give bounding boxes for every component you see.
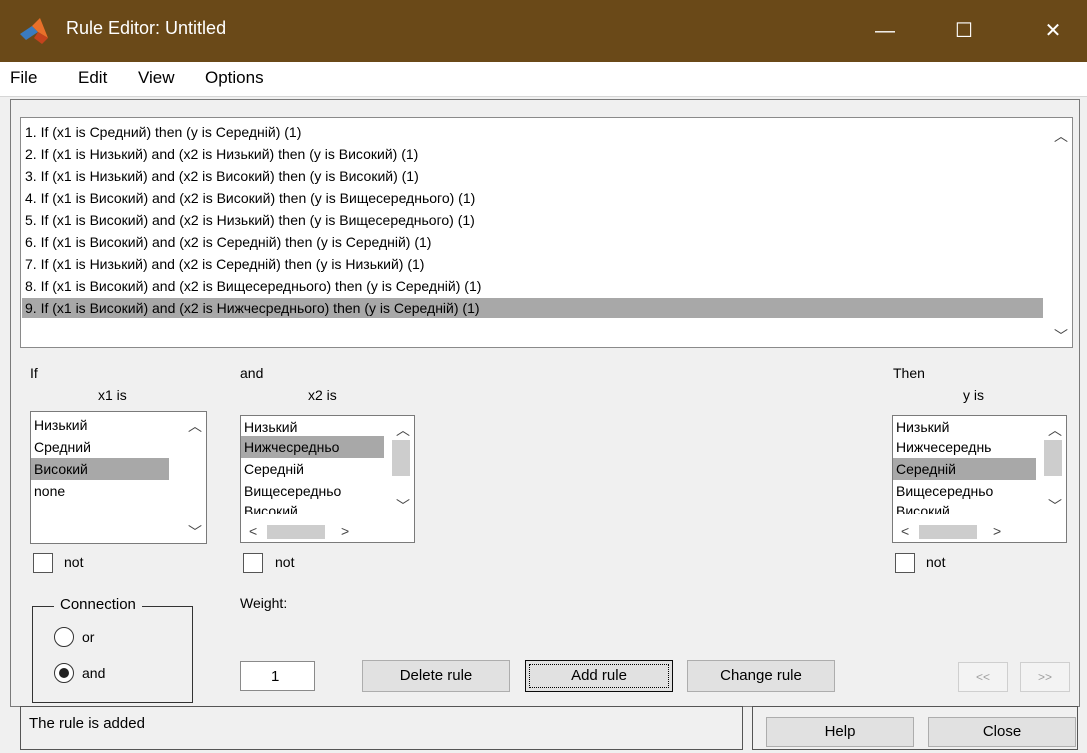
x1-membership-list[interactable]: Низький Средний Високий none ︿ ﹀ <box>30 411 207 544</box>
list-item[interactable]: Низький <box>241 416 384 438</box>
list-item[interactable]: Низький <box>31 414 169 436</box>
list-item[interactable]: Вищесередньо <box>893 480 1036 502</box>
rule-item[interactable]: 8. If (x1 is Високий) and (x2 is Вищесер… <box>25 276 481 296</box>
y-not-checkbox[interactable] <box>895 553 915 573</box>
connection-title: Connection <box>54 596 142 613</box>
minimize-button[interactable]: — <box>862 12 908 50</box>
rule-item[interactable]: 4. If (x1 is Високий) and (x2 is Високий… <box>25 188 475 208</box>
then-label: Then <box>893 365 925 381</box>
rule-item[interactable]: 5. If (x1 is Високий) and (x2 is Низький… <box>25 210 475 230</box>
rule-item[interactable]: 6. If (x1 is Високий) and (x2 is Середні… <box>25 232 431 252</box>
scroll-down-icon[interactable]: ﹀ <box>396 496 410 516</box>
scroll-up-icon[interactable]: ︿ <box>1054 126 1068 146</box>
delete-rule-button[interactable]: Delete rule <box>362 660 510 692</box>
or-radio[interactable] <box>54 627 74 647</box>
maximize-button[interactable]: ☐ <box>941 12 987 50</box>
menu-view[interactable]: View <box>138 68 175 88</box>
list-item[interactable]: Низький <box>893 416 1036 438</box>
menu-file[interactable]: File <box>10 68 37 88</box>
y-list-hscrollbar[interactable]: < > <box>893 522 1039 542</box>
x1-not-label: not <box>64 554 84 570</box>
y-membership-list[interactable]: Низький Нижчесереднь Середній Вищесередн… <box>892 415 1067 543</box>
list-item[interactable]: none <box>31 480 169 502</box>
list-item[interactable]: Високий <box>893 500 1036 514</box>
next-rule-button[interactable]: >> <box>1020 662 1070 692</box>
x2-list-hscrollbar[interactable]: < > <box>241 522 387 542</box>
matlab-logo-icon <box>20 18 48 44</box>
scroll-right-icon[interactable]: > <box>993 523 1001 539</box>
x2-label: x2 is <box>308 387 337 403</box>
radio-selected-dot <box>59 668 69 678</box>
rule-item[interactable]: 3. If (x1 is Низький) and (x2 is Високий… <box>25 166 419 186</box>
rule-item-selected[interactable]: 9. If (x1 is Високий) and (x2 is Нижчеср… <box>22 298 1043 318</box>
weight-value: 1 <box>271 668 280 685</box>
or-label: or <box>82 629 95 645</box>
list-item[interactable]: Вищесередньо <box>241 480 384 502</box>
rules-list[interactable]: 1. If (x1 is Средний) then (y is Середні… <box>20 117 1073 348</box>
add-rule-button[interactable]: Add rule <box>525 660 673 692</box>
weight-input[interactable]: 1 <box>240 661 315 691</box>
scroll-thumb[interactable] <box>267 525 325 539</box>
scroll-left-icon[interactable]: < <box>901 523 909 539</box>
x2-list-scrollbar[interactable]: ︿ ﹀ <box>388 416 414 522</box>
title-bar: Rule Editor: Untitled — ☐ ✕ <box>0 0 1087 62</box>
prev-rule-button[interactable]: << <box>958 662 1008 692</box>
list-item[interactable]: Середній <box>241 458 384 480</box>
client-area: 1. If (x1 is Средний) then (y is Середні… <box>0 97 1087 753</box>
rule-item[interactable]: 7. If (x1 is Низький) and (x2 is Середні… <box>25 254 424 274</box>
change-rule-button[interactable]: Change rule <box>687 660 835 692</box>
y-label: y is <box>963 387 984 403</box>
x1-label: x1 is <box>98 387 127 403</box>
close-button[interactable]: Close <box>928 717 1076 747</box>
scroll-up-icon[interactable]: ︿ <box>1048 420 1062 440</box>
menu-edit[interactable]: Edit <box>78 68 107 88</box>
weight-label: Weight: <box>240 595 288 611</box>
and-radio[interactable] <box>54 663 74 683</box>
scroll-thumb[interactable] <box>1044 440 1062 476</box>
scroll-left-icon[interactable]: < <box>249 523 257 539</box>
and-label: and <box>240 365 264 381</box>
and-radio-label: and <box>82 665 106 681</box>
scroll-thumb[interactable] <box>392 440 410 476</box>
y-list-scrollbar[interactable]: ︿ ﹀ <box>1040 416 1066 522</box>
x1-not-checkbox[interactable] <box>33 553 53 573</box>
rule-item[interactable]: 1. If (x1 is Средний) then (y is Середні… <box>25 122 301 142</box>
scroll-right-icon[interactable]: > <box>341 523 349 539</box>
x2-membership-list[interactable]: Низький Нижчесредньо Середній Вищесередн… <box>240 415 415 543</box>
list-item-selected[interactable]: Високий <box>31 458 169 480</box>
scroll-down-icon[interactable]: ﹀ <box>188 522 202 542</box>
scroll-thumb[interactable] <box>919 525 977 539</box>
list-item[interactable]: Високий <box>241 500 384 514</box>
status-bar: The rule is added <box>20 706 743 750</box>
window-title: Rule Editor: Untitled <box>66 18 227 38</box>
list-item[interactable]: Средний <box>31 436 169 458</box>
scroll-up-icon[interactable]: ︿ <box>188 416 202 436</box>
add-rule-label: Add rule <box>571 667 627 684</box>
rules-scrollbar[interactable]: ︿ ﹀ <box>1046 118 1072 347</box>
status-text: The rule is added <box>29 715 145 732</box>
close-window-button[interactable]: ✕ <box>1030 12 1076 50</box>
scroll-down-icon[interactable]: ﹀ <box>1054 326 1068 346</box>
connection-groupbox <box>32 606 193 703</box>
list-item-selected[interactable]: Нижчесредньо <box>241 436 384 458</box>
help-button[interactable]: Help <box>766 717 914 747</box>
x1-list-scrollbar[interactable]: ︿ ﹀ <box>180 412 206 543</box>
scroll-down-icon[interactable]: ﹀ <box>1048 496 1062 516</box>
list-item[interactable]: Нижчесереднь <box>893 436 1036 458</box>
menu-options[interactable]: Options <box>205 68 264 88</box>
x2-not-label: not <box>275 554 295 570</box>
rule-item[interactable]: 2. If (x1 is Низький) and (x2 is Низький… <box>25 144 418 164</box>
x2-not-checkbox[interactable] <box>243 553 263 573</box>
menu-bar: File Edit View Options <box>0 62 1087 97</box>
scroll-up-icon[interactable]: ︿ <box>396 420 410 440</box>
y-not-label: not <box>926 554 946 570</box>
if-label: If <box>30 365 38 381</box>
list-item-selected[interactable]: Середній <box>893 458 1036 480</box>
